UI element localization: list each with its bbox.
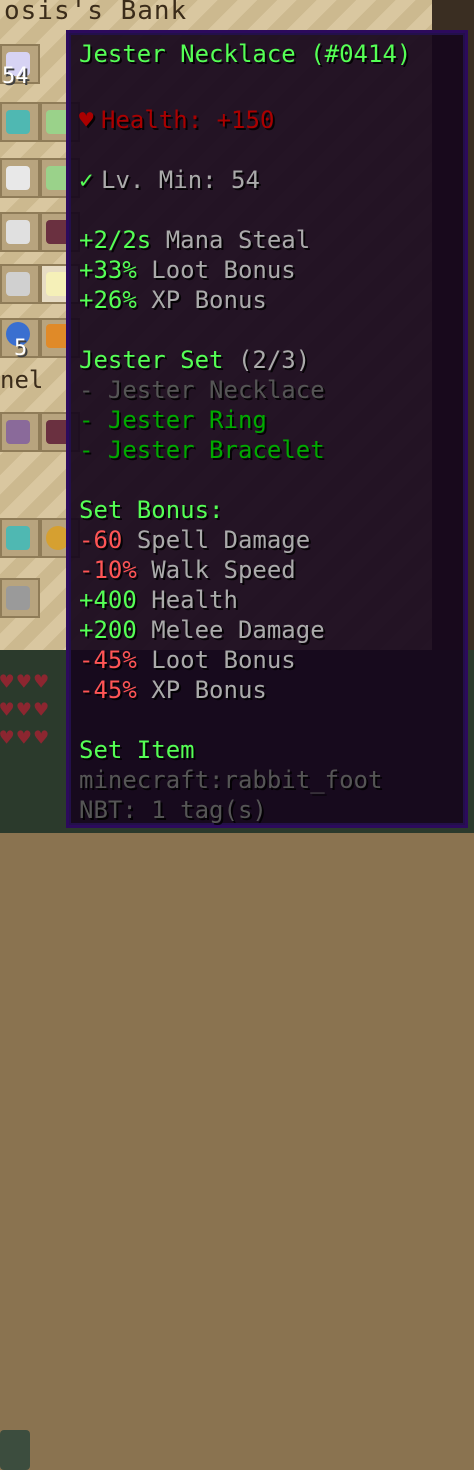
- identification-row: +2/2s Mana Steal: [79, 225, 310, 255]
- diamond-helmet-icon: [6, 110, 30, 134]
- item-id: (#0414): [310, 40, 412, 68]
- set-progress: (2/3): [237, 346, 311, 374]
- set-bonus-row: -45% XP Bonus: [79, 675, 267, 705]
- bonus-value: +400: [79, 586, 137, 614]
- health-value: Health: +150: [101, 106, 275, 134]
- chestplate-icon: [6, 166, 30, 190]
- identification-row: +33% Loot Bonus: [79, 255, 296, 285]
- bonus-value: -45%: [79, 646, 137, 674]
- item-registry-id: minecraft:rabbit_foot: [79, 766, 383, 794]
- health-hearts: ♥♥♥: [0, 698, 52, 723]
- nbt-info: NBT: 1 tag(s): [79, 796, 267, 824]
- id-label: Loot Bonus: [151, 256, 296, 284]
- slot-count: 5: [14, 336, 28, 361]
- bonus-label: Loot Bonus: [151, 646, 296, 674]
- boots-icon: [6, 272, 30, 296]
- bonus-label: Spell Damage: [136, 526, 311, 554]
- set-title-line: Jester Set (2/3): [79, 345, 310, 375]
- identification-row: +26% XP Bonus: [79, 285, 267, 315]
- set-item-owned: - Jester Bracelet: [79, 436, 325, 464]
- bonus-value: -10%: [79, 556, 137, 584]
- set-bonus-row: +200 Melee Damage: [79, 615, 325, 645]
- set-bonus-row: -45% Loot Bonus: [79, 645, 296, 675]
- id-label: XP Bonus: [151, 286, 267, 314]
- set-item-tag: Set Item: [79, 736, 195, 764]
- bonus-label: Melee Damage: [151, 616, 325, 644]
- id-value: +26%: [79, 286, 137, 314]
- bonus-value: -60: [79, 526, 123, 554]
- level-requirement: Lv. Min: 54: [101, 166, 260, 194]
- id-value: +2/2s: [79, 226, 152, 254]
- heart-icon: ♥: [79, 106, 94, 134]
- bonus-label: Walk Speed: [151, 556, 296, 584]
- health-hearts: ♥♥♥: [0, 670, 52, 695]
- slot-count: 54: [2, 64, 29, 89]
- inventory-title: osis's Bank: [4, 0, 188, 26]
- bonus-label: XP Bonus: [151, 676, 267, 704]
- id-label: Mana Steal: [165, 226, 311, 254]
- scroll-button[interactable]: [0, 1430, 30, 1470]
- health-hearts: ♥♥♥: [0, 726, 52, 751]
- bonus-label: Health: [151, 586, 238, 614]
- bonus-value: -45%: [79, 676, 137, 704]
- leggings-icon: [6, 220, 30, 244]
- bow-icon: [6, 420, 30, 444]
- bonus-value: +200: [79, 616, 137, 644]
- set-bonus-row: -10% Walk Speed: [79, 555, 296, 585]
- set-bonus-row: +400 Health: [79, 585, 238, 615]
- set-title: Jester Set: [79, 346, 224, 374]
- health-line: ♥ Health: +150: [79, 105, 274, 135]
- set-bonus-row: -60 Spell Damage: [79, 525, 310, 555]
- set-bonus-title: Set Bonus:: [79, 496, 224, 524]
- set-item-owned: - Jester Ring: [79, 406, 267, 434]
- item-name: Jester Necklace: [79, 40, 296, 68]
- spear-icon: [6, 586, 30, 610]
- id-value: +33%: [79, 256, 137, 284]
- inventory-side-label: nel: [0, 366, 44, 394]
- item-tooltip: Jester Necklace (#0414) ♥ Health: +150 ✓ L…: [66, 30, 468, 828]
- leggings-icon: [6, 526, 30, 550]
- check-icon: ✓: [79, 166, 94, 194]
- level-requirement-line: ✓ Lv. Min: 54: [79, 165, 260, 195]
- item-name-line: Jester Necklace (#0414): [79, 39, 411, 69]
- set-item-missing: - Jester Necklace: [79, 376, 325, 404]
